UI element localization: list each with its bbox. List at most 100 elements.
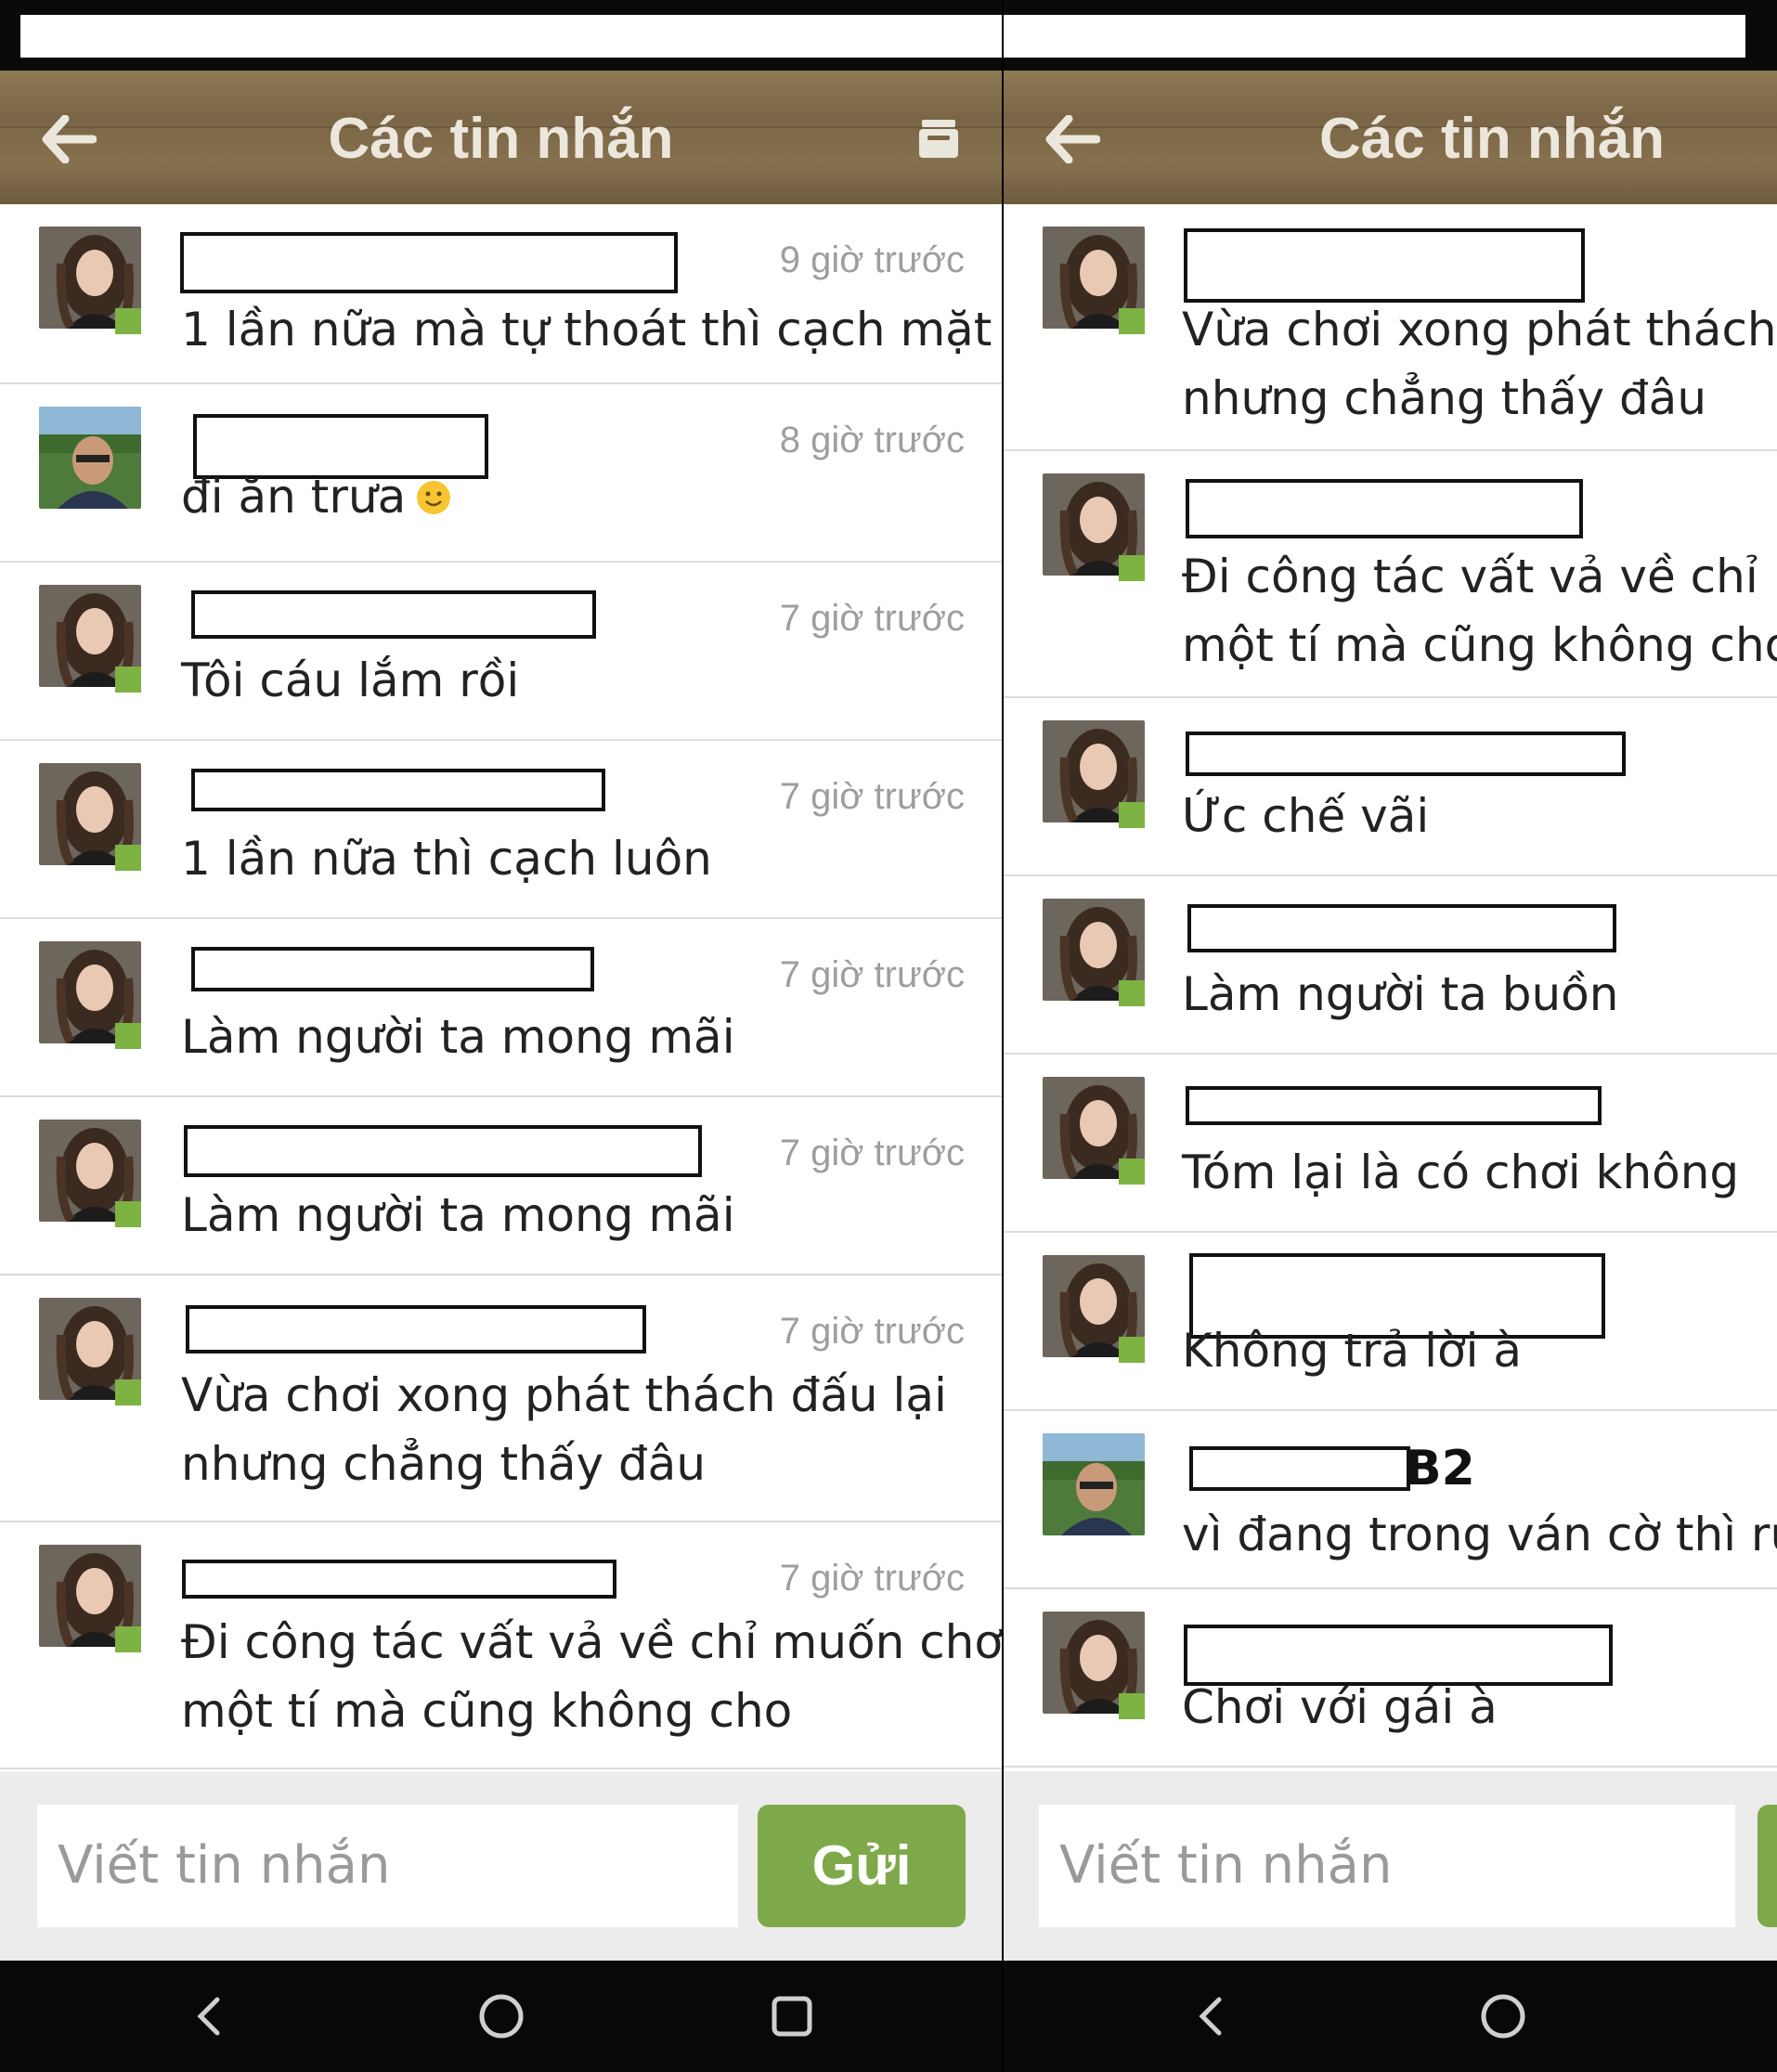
message-time: 7 giờ trước (779, 598, 965, 639)
redacted-status-bar (20, 15, 1002, 58)
message-preview: Vừa chơi xong phát thách đ (1182, 303, 1777, 356)
redacted-sender-name (1186, 1086, 1602, 1125)
conversation-item[interactable]: Vừa chơi xong phát thách đ nhưng chẳng th… (1004, 204, 1777, 451)
conversation-item[interactable]: Đi công tác vất vả về chỉ mu một tí mà cũ… (1004, 451, 1777, 698)
arrow-left-icon[interactable] (1044, 115, 1100, 163)
online-dot-icon (115, 1201, 141, 1227)
redacted-sender-name (1186, 479, 1583, 538)
circle-home-icon[interactable] (1475, 1988, 1531, 2044)
conversation-item[interactable]: Chơi với gái à (1004, 1589, 1777, 1768)
conversation-list: Vừa chơi xong phát thách đ nhưng chẳng th… (1004, 204, 1777, 1768)
message-preview: Chơi với gái à (1182, 1680, 1498, 1734)
message-time: 7 giờ trước (779, 776, 965, 817)
conversation-item[interactable]: 7 giờ trước Đi công tác vất vả về chỉ muố… (0, 1522, 1002, 1769)
message-time: 8 giờ trước (779, 420, 965, 460)
message-input[interactable]: Viết tin nhắn (1039, 1805, 1735, 1927)
message-preview: Làm người ta mong mãi (181, 1010, 735, 1064)
archive-box-icon[interactable] (916, 117, 961, 160)
online-dot-icon (1119, 980, 1145, 1006)
conversation-item[interactable]: 7 giờ trước Vừa chơi xong phát thách đấu … (0, 1276, 1002, 1522)
redacted-sender-name (191, 590, 596, 639)
sender-name: B2 (1405, 1441, 1475, 1496)
online-dot-icon (1119, 802, 1145, 828)
chevron-left-icon[interactable] (182, 1988, 238, 2044)
message-time: 9 giờ trước (779, 240, 965, 280)
conversation-item[interactable]: 8 giờ trước đi ăn trưa (0, 384, 1002, 563)
message-time: 7 giờ trước (779, 1558, 965, 1599)
redacted-sender-name (184, 1125, 702, 1177)
online-dot-icon (1119, 1693, 1145, 1719)
conversation-item[interactable]: Ức chế vãi (1004, 698, 1777, 876)
message-preview: Tóm lại là có chơi không (1182, 1146, 1740, 1199)
message-preview: vì đang trong ván cờ thì rủ sa (1182, 1508, 1777, 1561)
redacted-sender-name (1187, 904, 1616, 952)
online-dot-icon (1119, 1159, 1145, 1185)
redacted-sender-name (182, 1560, 616, 1599)
send-button[interactable]: Gửi (758, 1805, 966, 1927)
online-dot-icon (115, 845, 141, 871)
chevron-left-icon[interactable] (1184, 1988, 1239, 2044)
message-preview: Không trả lời à (1182, 1324, 1522, 1378)
avatar (1043, 1433, 1145, 1535)
online-dot-icon (1119, 308, 1145, 334)
message-time: 7 giờ trước (779, 1133, 965, 1173)
message-time: 7 giờ trước (779, 954, 965, 995)
online-dot-icon (115, 308, 141, 334)
redacted-sender-name (191, 769, 605, 811)
redacted-sender-name (1186, 732, 1626, 776)
message-preview: một tí mà cũng không cho (181, 1684, 793, 1738)
redacted-sender-name (1189, 1446, 1410, 1491)
redacted-sender-name (191, 947, 594, 991)
left-screen: Các tin nhắn 9 giờ trước 1 lần nữa mà tự … (0, 0, 1002, 2072)
circle-home-icon[interactable] (473, 1988, 529, 2044)
status-bar (0, 0, 1002, 71)
message-preview: 1 lần nữa thì cạch luôn (181, 832, 712, 886)
conversation-item[interactable]: Tóm lại là có chơi không (1004, 1055, 1777, 1233)
message-preview: 1 lần nữa mà tự thoát thì cạch mặt (181, 303, 992, 356)
online-dot-icon (115, 1626, 141, 1652)
message-preview: nhưng chẳng thấy đâu (181, 1437, 707, 1491)
online-dot-icon (1119, 555, 1145, 581)
message-preview: Làm người ta buồn (1182, 967, 1619, 1021)
message-preview: nhưng chẳng thấy đâu (1182, 371, 1707, 425)
message-time: 7 giờ trước (779, 1311, 965, 1352)
conversation-item[interactable]: 7 giờ trước 1 lần nữa thì cạch luôn (0, 741, 1002, 919)
redacted-sender-name (1184, 228, 1585, 303)
conversation-item[interactable]: B2 vì đang trong ván cờ thì rủ sa (1004, 1411, 1777, 1589)
message-preview: Vừa chơi xong phát thách đấu lại (181, 1368, 947, 1422)
conversation-item[interactable]: Không trả lời à (1004, 1233, 1777, 1411)
conversation-item[interactable]: Làm người ta buồn (1004, 876, 1777, 1055)
message-preview: Đi công tác vất vả về chỉ muốn chơi (181, 1615, 1002, 1669)
online-dot-icon (115, 1379, 141, 1405)
message-input[interactable]: Viết tin nhắn (37, 1805, 738, 1927)
message-preview: một tí mà cũng không cho (1182, 618, 1777, 672)
avatar (39, 407, 141, 509)
send-button[interactable] (1758, 1805, 1777, 1927)
redacted-sender-name (180, 232, 678, 293)
smiley-icon (415, 466, 452, 535)
system-nav-bar (1004, 1961, 1777, 2072)
page-title: Các tin nhắn (328, 107, 674, 171)
app-header: Các tin nhắn (0, 71, 1002, 204)
conversation-item[interactable]: 7 giờ trước Tôi cáu lắm rồi (0, 563, 1002, 741)
redacted-sender-name (186, 1305, 646, 1353)
redacted-status-bar (1004, 15, 1745, 58)
conversation-item[interactable]: 9 giờ trước 1 lần nữa mà tự thoát thì cạc… (0, 204, 1002, 384)
online-dot-icon (1119, 1337, 1145, 1363)
conversation-item[interactable]: 7 giờ trước Làm người ta mong mãi (0, 1097, 1002, 1276)
message-preview: đi ăn trưa (181, 462, 452, 535)
message-preview: Làm người ta mong mãi (181, 1188, 735, 1242)
online-dot-icon (115, 1023, 141, 1049)
composer-bar: Viết tin nhắn (1004, 1771, 1777, 1961)
status-bar (1004, 0, 1777, 71)
composer-bar: Viết tin nhắn Gửi (0, 1771, 1002, 1961)
online-dot-icon (115, 667, 141, 693)
conversation-item[interactable]: 7 giờ trước Làm người ta mong mãi (0, 919, 1002, 1097)
conversation-list: 9 giờ trước 1 lần nữa mà tự thoát thì cạc… (0, 204, 1002, 1769)
square-recent-icon[interactable] (764, 1988, 820, 2044)
app-header: Các tin nhắn (1004, 71, 1777, 204)
message-preview: Ức chế vãi (1182, 789, 1430, 843)
right-screen: Các tin nhắn Vừa chơi xong phát thách đ n… (1004, 0, 1777, 2072)
message-preview: Tôi cáu lắm rồi (181, 654, 520, 707)
page-title: Các tin nhắn (1319, 107, 1666, 171)
